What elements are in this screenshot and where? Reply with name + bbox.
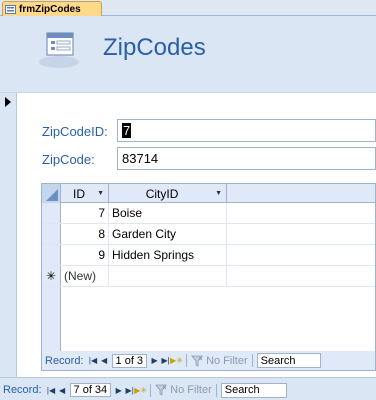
- previous-record-icon[interactable]: ◀: [57, 384, 68, 396]
- cell-id[interactable]: 8: [61, 224, 109, 244]
- next-record-icon[interactable]: ▶: [113, 384, 124, 396]
- zipcode-field[interactable]: 83714: [117, 147, 376, 170]
- divider: [150, 383, 152, 397]
- zipcodeid-label: ZipCodeID:: [42, 124, 108, 139]
- row-selector[interactable]: [42, 245, 61, 265]
- column-header-id[interactable]: ID ▼: [61, 184, 109, 203]
- cell-city[interactable]: Hidden Springs: [109, 245, 227, 265]
- new-record-icon[interactable]: ▶✳: [134, 384, 147, 396]
- table-row[interactable]: 8 Garden City: [42, 224, 375, 245]
- new-record-row[interactable]: ✳ (New): [42, 266, 375, 287]
- current-record-field[interactable]: 7 of 34: [69, 383, 112, 397]
- zipcode-value: 83714: [122, 151, 159, 166]
- cell-id[interactable]: 9: [61, 245, 109, 265]
- divider: [186, 354, 188, 367]
- form-title: ZipCodes: [103, 34, 206, 61]
- search-input[interactable]: Search: [220, 382, 287, 398]
- zipcode-label: ZipCode:: [42, 152, 95, 167]
- chevron-down-icon[interactable]: ▼: [97, 190, 104, 197]
- zipcodeid-field[interactable]: 7: [117, 119, 376, 142]
- row-selector[interactable]: [42, 203, 61, 223]
- tab-frmzipcodes[interactable]: frmZipCodes: [2, 1, 102, 16]
- current-record-arrow-icon: [5, 97, 11, 107]
- form-record-navigation: Record: |◀ ◀ 7 of 34 ▶ ▶| ▶✳ No Filter S…: [0, 377, 376, 400]
- table-row[interactable]: 9 Hidden Springs: [42, 245, 375, 266]
- cell-city[interactable]: [109, 266, 227, 286]
- form-header: ZipCodes: [0, 16, 376, 93]
- zipcodeid-value: 7: [122, 123, 132, 138]
- filter-status[interactable]: No Filter: [155, 384, 212, 396]
- main-navbar: Record: |◀ ◀ 7 of 34 ▶ ▶| ▶✳ No Filter S…: [3, 382, 376, 398]
- divider: [215, 383, 217, 397]
- search-input[interactable]: Search: [256, 353, 321, 368]
- select-all-icon: [46, 189, 58, 201]
- record-selector[interactable]: [0, 93, 17, 377]
- column-header-cityid[interactable]: CityID ▼: [109, 184, 227, 203]
- filter-label: No Filter: [170, 384, 212, 396]
- tab-label: frmZipCodes: [19, 3, 81, 15]
- record-label: Record:: [3, 384, 42, 396]
- divider: [251, 354, 253, 367]
- new-record-icon[interactable]: ▶✳: [170, 355, 183, 367]
- chevron-down-icon[interactable]: ▼: [215, 190, 222, 197]
- cell-id[interactable]: 7: [61, 203, 109, 223]
- cell-city[interactable]: Boise: [109, 203, 227, 223]
- document-tab-bar: frmZipCodes: [0, 0, 376, 16]
- next-record-icon[interactable]: ▶: [149, 355, 160, 367]
- first-record-icon[interactable]: |◀: [88, 355, 99, 367]
- previous-record-icon[interactable]: ◀: [99, 355, 110, 367]
- funnel-icon: [191, 355, 203, 367]
- new-record-label[interactable]: (New): [61, 266, 109, 286]
- form-icon: [39, 32, 79, 68]
- select-all-button[interactable]: [42, 184, 61, 203]
- form-icon: [5, 4, 16, 14]
- row-selector-column: [42, 287, 61, 351]
- funnel-icon: [155, 384, 168, 396]
- subform-datasheet: ID ▼ CityID ▼ 7 Boise 8 Garden City 9 Hi…: [41, 183, 376, 371]
- first-record-icon[interactable]: |◀: [46, 384, 57, 396]
- record-label: Record:: [45, 354, 84, 367]
- filter-status[interactable]: No Filter: [191, 355, 248, 367]
- datasheet-header: ID ▼ CityID ▼: [42, 184, 375, 203]
- column-label: CityID: [145, 186, 179, 201]
- cell-city[interactable]: Garden City: [109, 224, 227, 244]
- table-row[interactable]: 7 Boise: [42, 203, 375, 224]
- current-record-field[interactable]: 1 of 3: [111, 353, 148, 368]
- new-record-icon: ✳: [42, 266, 61, 286]
- subform-record-navigation: Record: |◀ ◀ 1 of 3 ▶ ▶| ▶✳ No Filter Se…: [42, 351, 375, 370]
- column-label: ID: [73, 186, 86, 201]
- row-selector[interactable]: [42, 224, 61, 244]
- filter-label: No Filter: [206, 354, 248, 367]
